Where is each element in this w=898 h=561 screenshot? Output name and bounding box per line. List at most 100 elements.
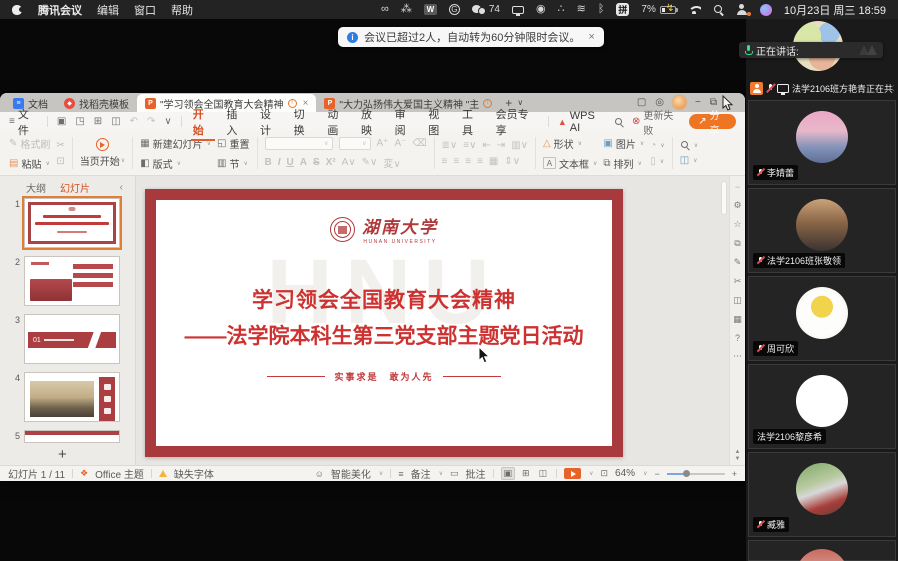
- decrease-font-icon[interactable]: A⁻: [394, 138, 406, 149]
- favorites-icon[interactable]: ☆: [733, 219, 741, 230]
- textbox-button[interactable]: A文本框∨: [543, 156, 597, 171]
- dots-icon[interactable]: ∴: [558, 4, 565, 15]
- missing-font-status[interactable]: 缺失字体: [174, 466, 214, 481]
- layout-button[interactable]: ◧版式∨: [140, 156, 211, 171]
- participant-tile[interactable]: 周可欣: [748, 276, 896, 361]
- airflow-icon[interactable]: ≋: [577, 4, 586, 15]
- text-direction-icon[interactable]: ▥∨: [511, 140, 528, 151]
- format-painter-button[interactable]: ✎格式刷: [9, 136, 50, 151]
- paste-button[interactable]: ▤粘贴∨: [9, 156, 50, 171]
- shadow-button[interactable]: A: [300, 157, 307, 168]
- display-icon[interactable]: [512, 6, 524, 14]
- print-icon[interactable]: ⊞: [94, 116, 102, 127]
- outline-tab[interactable]: 大纲: [26, 180, 46, 195]
- slides-tab[interactable]: 幻灯片: [60, 180, 90, 195]
- zoom-out-button[interactable]: −: [654, 469, 659, 479]
- menu-animation[interactable]: 动画: [325, 106, 350, 138]
- menu-transition[interactable]: 切换: [292, 106, 317, 138]
- save-icon[interactable]: ▣: [57, 116, 66, 127]
- menu-view[interactable]: 视图: [426, 106, 451, 138]
- menu-member[interactable]: 会员专享: [494, 106, 539, 138]
- smartart-button[interactable]: ◔∨: [650, 140, 664, 151]
- bold-button[interactable]: B: [265, 157, 272, 168]
- more-icon[interactable]: ⋯: [733, 351, 742, 362]
- slide-thumbnail-3[interactable]: 01: [24, 314, 120, 364]
- toast-close-button[interactable]: ×: [588, 31, 594, 43]
- redo-icon[interactable]: ↷: [147, 116, 155, 127]
- participant-tile[interactable]: 法学2106班张敬领: [748, 188, 896, 273]
- slide-thumbnail-1[interactable]: [24, 198, 120, 248]
- page-nav-arrows[interactable]: ▲▼: [735, 449, 741, 462]
- font-color-icon[interactable]: A∨: [342, 157, 356, 168]
- bullet-list-icon[interactable]: ≣∨: [442, 140, 458, 151]
- add-slide-button[interactable]: +: [58, 446, 67, 463]
- line-spacing-icon[interactable]: ⇕∨: [504, 156, 520, 167]
- align-left-icon[interactable]: ≡: [442, 156, 448, 167]
- menubar-edit[interactable]: 编辑: [97, 2, 119, 18]
- align-right-icon[interactable]: ≡: [465, 156, 471, 167]
- align-center-icon[interactable]: ≡: [453, 156, 459, 167]
- increase-indent-icon[interactable]: ⇥: [497, 140, 505, 151]
- find-button[interactable]: ∨: [680, 140, 698, 150]
- cut-button[interactable]: ✂: [56, 140, 64, 151]
- zoom-slider-knob[interactable]: [683, 470, 690, 477]
- zoom-slider[interactable]: [667, 473, 725, 475]
- font-size-select[interactable]: ∨: [339, 137, 371, 150]
- slide-thumbnail-5[interactable]: [24, 430, 120, 443]
- properties-icon[interactable]: ⚙: [733, 200, 741, 211]
- canvas-scrollbar[interactable]: [721, 181, 727, 215]
- wps-ai-button[interactable]: ▲WPS AI: [558, 110, 605, 134]
- menubar-app-name[interactable]: 腾讯会议: [38, 2, 82, 18]
- slide-thumbnail-2[interactable]: [24, 256, 120, 306]
- undo-icon[interactable]: ↶: [130, 116, 138, 127]
- participant-tile[interactable]: 李婧蕾: [748, 100, 896, 185]
- underline-button[interactable]: U: [287, 157, 294, 168]
- g-app-icon[interactable]: [449, 4, 460, 15]
- picture-button[interactable]: ▣图片∨: [603, 136, 644, 151]
- numbered-list-icon[interactable]: ≡∨: [463, 140, 476, 151]
- beautify-icon[interactable]: ✎: [734, 257, 742, 268]
- collapse-panel-icon[interactable]: ‹: [120, 182, 123, 193]
- columns-icon[interactable]: ▦: [489, 156, 498, 167]
- share-button[interactable]: ↗分享: [689, 114, 736, 129]
- italic-button[interactable]: I: [278, 157, 281, 168]
- shapes-button[interactable]: △形状∨: [543, 136, 597, 151]
- ribbon-search-icon[interactable]: [614, 117, 623, 127]
- participant-tile[interactable]: 臧雅: [748, 452, 896, 537]
- current-slide[interactable]: HNU 湖南大学 HUNAN UNIVERSITY 学习领会全国教育大会精神 —…: [145, 189, 623, 457]
- menu-review[interactable]: 审阅: [393, 106, 418, 138]
- theme-name[interactable]: Office 主题: [95, 466, 144, 481]
- play-circle-icon[interactable]: ◉: [536, 4, 546, 15]
- schedule-icon[interactable]: ▦: [733, 314, 742, 325]
- menu-insert[interactable]: 插入: [224, 106, 249, 138]
- share-nodes-icon[interactable]: ⁂: [401, 4, 412, 15]
- fit-slide-icon[interactable]: ⊡: [601, 468, 609, 479]
- slideshow-play-button[interactable]: [564, 468, 581, 479]
- copy-button[interactable]: ⊡: [56, 156, 64, 167]
- quick-access-chevron-icon[interactable]: ∨: [164, 116, 171, 127]
- normal-view-button[interactable]: ▣: [501, 467, 516, 480]
- wifi-icon[interactable]: [688, 5, 701, 14]
- wps-menubar-icon[interactable]: [424, 4, 437, 15]
- siri-icon[interactable]: [760, 4, 772, 16]
- participant-tile[interactable]: [748, 540, 896, 561]
- menu-tools[interactable]: 工具: [460, 106, 485, 138]
- cutout-icon[interactable]: ✂: [734, 276, 742, 287]
- menu-slideshow[interactable]: 放映: [359, 106, 384, 138]
- notes-button[interactable]: 备注: [411, 466, 431, 481]
- slide-sorter-view-button[interactable]: ⊞: [520, 468, 532, 479]
- bluetooth-icon[interactable]: ᛒ: [598, 4, 605, 15]
- input-method-icon[interactable]: 拼: [616, 3, 629, 16]
- reset-button[interactable]: ◱重置: [217, 136, 249, 151]
- decrease-indent-icon[interactable]: ⇤: [482, 140, 490, 151]
- arrange-button[interactable]: ⧉排列∨: [603, 156, 644, 171]
- placeholder-button[interactable]: ▯∨: [650, 156, 664, 167]
- selection-pane-button[interactable]: ◫∨: [680, 155, 698, 166]
- binoculars-icon[interactable]: ∞: [381, 4, 389, 15]
- justify-icon[interactable]: ≡: [477, 156, 483, 167]
- font-family-select[interactable]: ∨: [265, 137, 333, 150]
- strikethrough-button[interactable]: S: [313, 157, 320, 168]
- copilot-icon[interactable]: ⧉: [734, 238, 740, 249]
- highlight-icon[interactable]: ✎∨: [362, 157, 378, 168]
- phonetic-icon[interactable]: 変∨: [383, 155, 400, 170]
